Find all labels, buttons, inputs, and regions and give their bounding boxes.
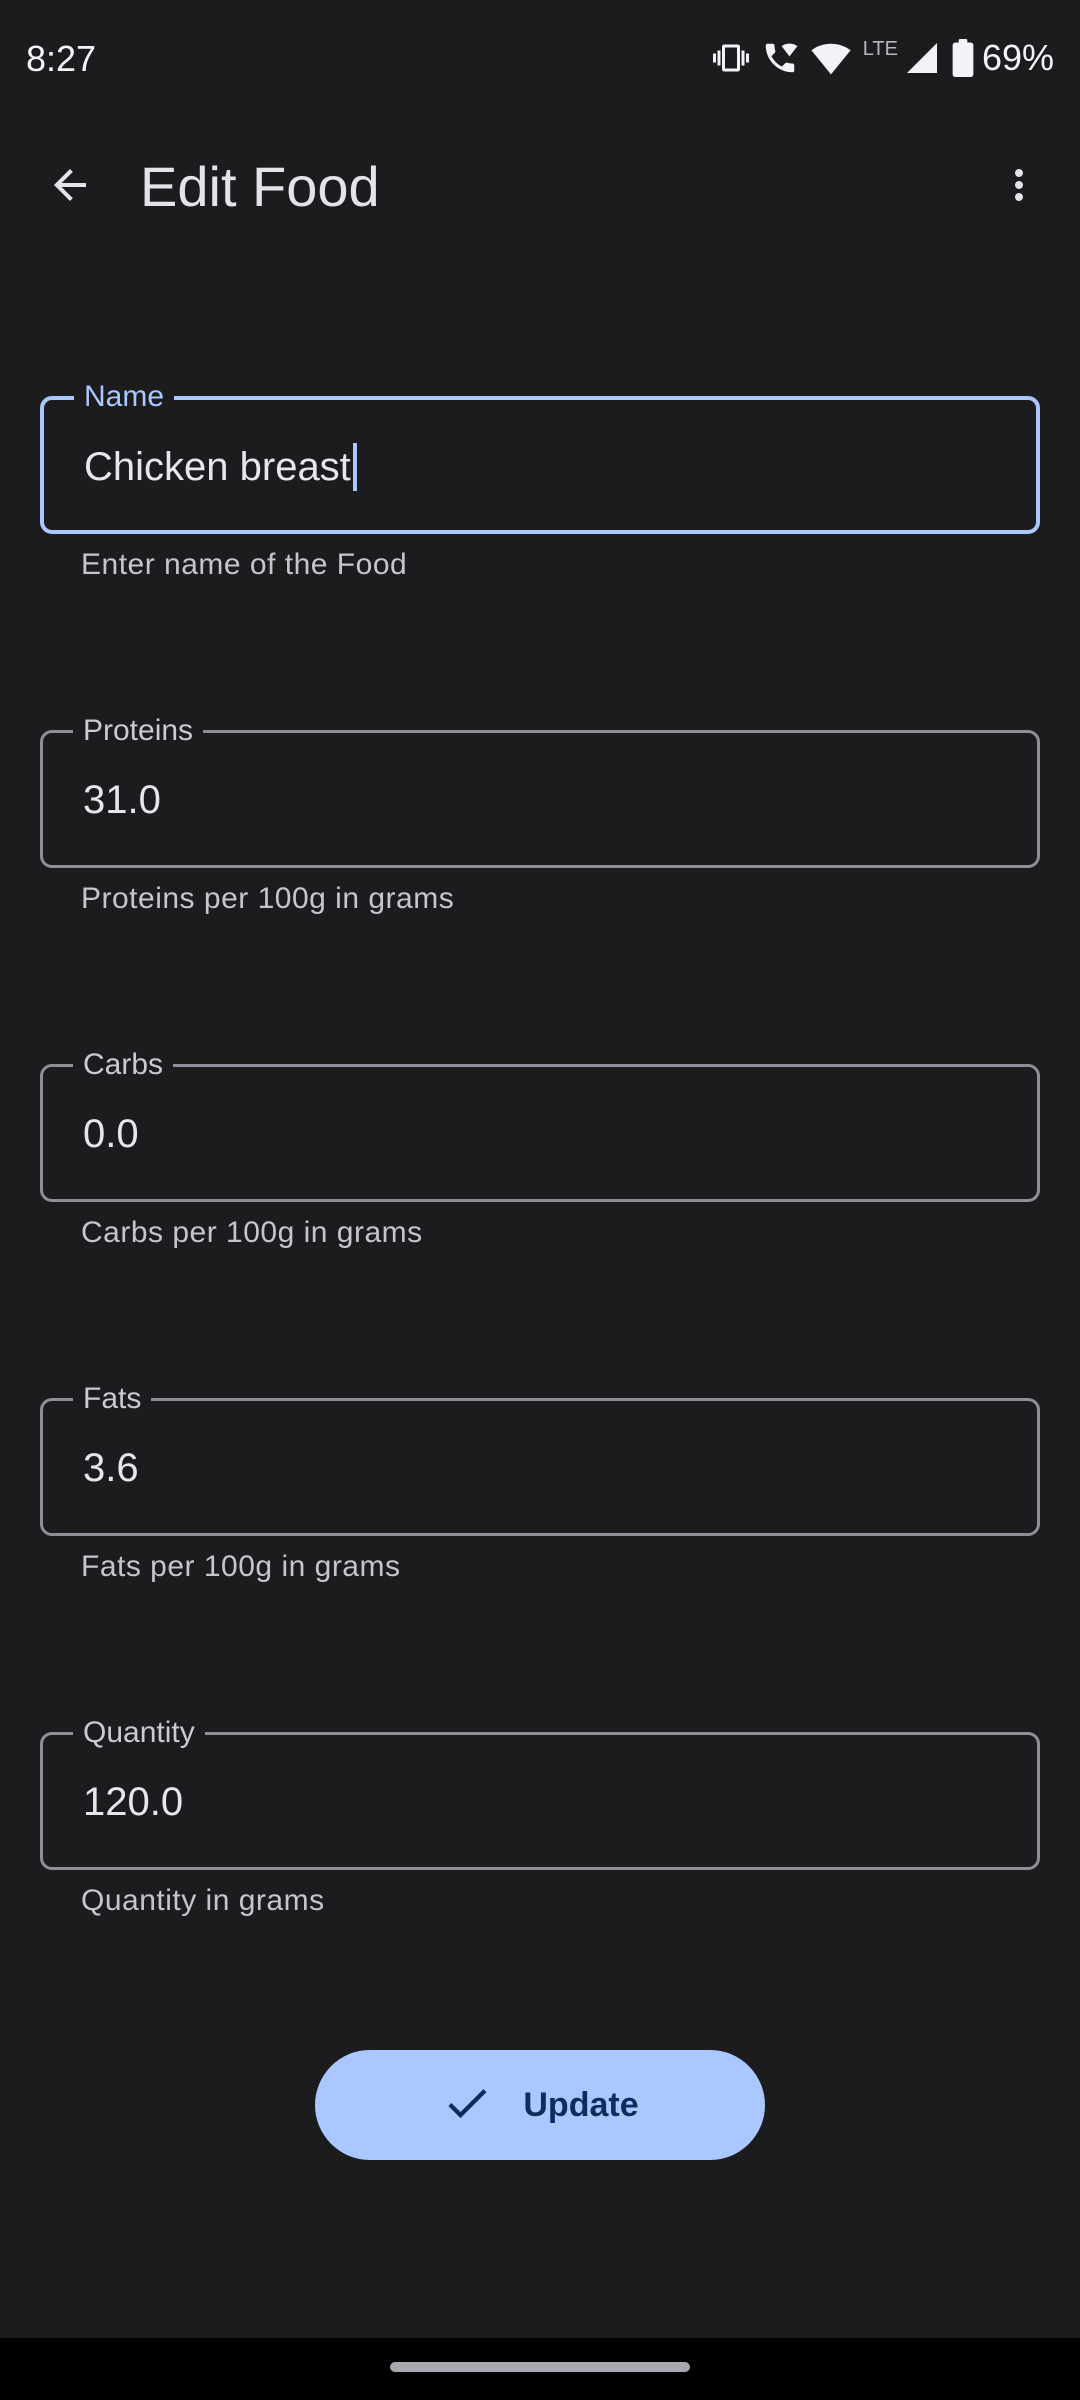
carbs-field: Carbs 0.0 Carbs per 100g in grams: [40, 1045, 1040, 1250]
proteins-helper: Proteins per 100g in grams: [81, 882, 455, 915]
status-time: 8:27: [26, 38, 97, 79]
fats-helper: Fats per 100g in grams: [81, 1550, 401, 1583]
carbs-input[interactable]: Carbs 0.0: [40, 1045, 1040, 1202]
status-icons: LTE 69%: [712, 36, 1054, 80]
quantity-value: 120.0: [83, 1780, 184, 1824]
back-button[interactable]: [30, 152, 110, 222]
fats-field: Fats 3.6 Fats per 100g in grams: [40, 1379, 1040, 1584]
more-options-button[interactable]: [984, 152, 1054, 222]
name-helper: Enter name of the Food: [81, 548, 408, 581]
vibrate-icon: [712, 40, 749, 76]
quantity-input[interactable]: Quantity 120.0: [40, 1713, 1040, 1870]
update-label: Update: [523, 2085, 639, 2124]
carbs-value: 0.0: [83, 1112, 139, 1156]
fats-label: Fats: [73, 1379, 152, 1419]
wifi-calling-icon: [761, 39, 799, 77]
proteins-input[interactable]: Proteins 31.0: [40, 711, 1040, 868]
page-title: Edit Food: [140, 155, 380, 218]
name-label: Name: [74, 377, 175, 417]
cell-signal-icon: [904, 40, 940, 76]
proteins-value: 31.0: [83, 778, 161, 822]
fats-input[interactable]: Fats 3.6: [40, 1379, 1040, 1536]
lte-label: LTE: [862, 38, 898, 60]
name-value-wrap: Chicken breast: [84, 442, 357, 492]
quantity-label: Quantity: [73, 1713, 205, 1753]
update-button[interactable]: Update: [315, 2050, 765, 2160]
quantity-field: Quantity 120.0 Quantity in grams: [40, 1713, 1040, 1918]
proteins-field: Proteins 31.0 Proteins per 100g in grams: [40, 711, 1040, 916]
name-input[interactable]: Name Chicken breast: [40, 377, 1040, 534]
name-value: Chicken breast: [84, 445, 351, 489]
name-field: Name Chicken breast Enter name of the Fo…: [40, 377, 1040, 582]
system-nav-bar: [0, 2338, 1080, 2400]
carbs-label: Carbs: [73, 1045, 174, 1085]
battery-icon: [952, 39, 974, 77]
wifi-icon: [811, 40, 851, 76]
top-app-bar: Edit Food: [0, 126, 1080, 246]
text-cursor: [352, 443, 357, 491]
proteins-label: Proteins: [73, 711, 204, 751]
battery-percent: 69%: [981, 37, 1054, 78]
quantity-helper: Quantity in grams: [81, 1884, 325, 1917]
arrow-back-icon: [46, 161, 94, 214]
carbs-helper: Carbs per 100g in grams: [81, 1216, 423, 1249]
more-vert-icon: [995, 161, 1043, 214]
fats-value: 3.6: [83, 1446, 139, 1490]
home-gesture-handle[interactable]: [390, 2362, 690, 2372]
status-bar: 8:27 LTE 69%: [0, 0, 1080, 126]
check-icon: [441, 2077, 493, 2134]
